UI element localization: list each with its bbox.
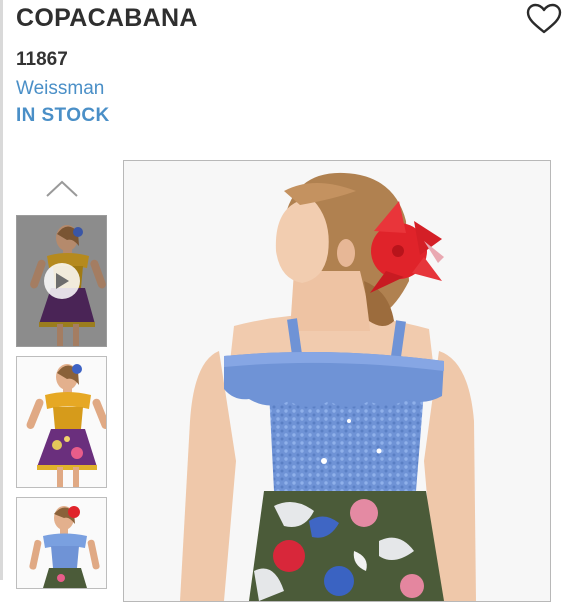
stock-status: IN STOCK [16,105,110,126]
product-photo [124,161,550,601]
thumbnails-scroll-up-button[interactable] [42,176,82,202]
product-sku: 11867 [16,49,68,70]
heart-outline-icon [526,3,562,34]
main-product-image[interactable] [123,160,551,602]
play-icon [44,263,80,299]
left-divider [0,0,3,580]
brand-link[interactable]: Weissman [16,78,104,100]
thumbnail-video[interactable] [16,215,107,347]
thumbnail-image [17,357,106,487]
wishlist-button[interactable] [523,0,565,38]
thumbnail-image [17,498,106,588]
product-title: COPACABANA [16,4,198,32]
thumbnail-image-2[interactable] [16,356,107,488]
chevron-up-icon [46,180,78,197]
thumbnail-image-3[interactable] [16,497,107,589]
